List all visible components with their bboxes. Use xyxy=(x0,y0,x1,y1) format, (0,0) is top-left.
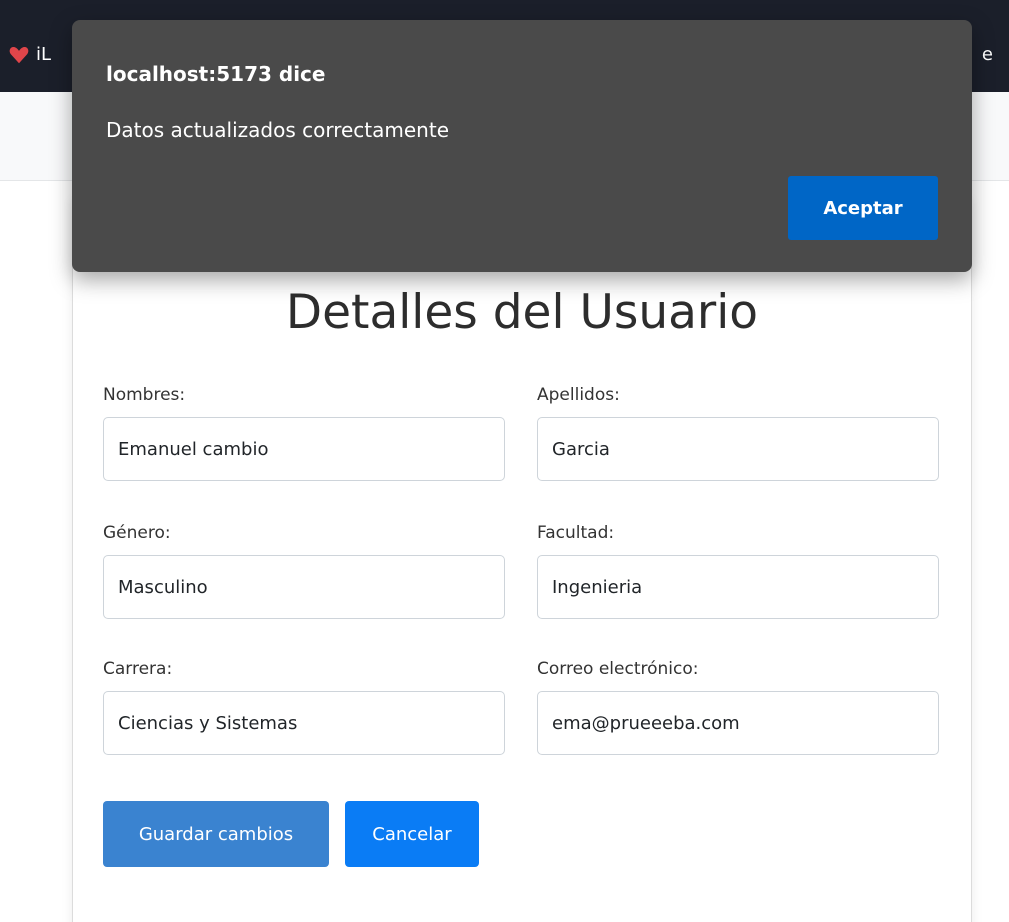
brand-text[interactable]: iL xyxy=(36,44,51,66)
accept-button[interactable]: Aceptar xyxy=(788,176,938,240)
page: iL e Detalles del Usuario Nombres: Apell… xyxy=(0,0,1009,922)
carrera-input[interactable] xyxy=(103,691,505,755)
apellidos-label: Apellidos: xyxy=(537,385,620,405)
save-button[interactable]: Guardar cambios xyxy=(103,801,329,867)
facultad-label: Facultad: xyxy=(537,523,615,543)
carrera-label: Carrera: xyxy=(103,659,173,679)
facultad-input[interactable] xyxy=(537,555,939,619)
nombres-label: Nombres: xyxy=(103,385,186,405)
dialog-message: Datos actualizados correctamente xyxy=(106,118,450,142)
page-title: Detalles del Usuario xyxy=(285,285,759,340)
alert-dialog: localhost:5173 dice Datos actualizados c… xyxy=(72,20,972,272)
navbar-right-text[interactable]: e xyxy=(982,44,993,66)
correo-input[interactable] xyxy=(537,691,939,755)
nombres-input[interactable] xyxy=(103,417,505,481)
dialog-title: localhost:5173 dice xyxy=(106,62,326,86)
heart-icon[interactable] xyxy=(8,44,30,66)
genero-label: Género: xyxy=(103,523,171,543)
genero-input[interactable] xyxy=(103,555,505,619)
user-details-card: Detalles del Usuario Nombres: Apellidos:… xyxy=(72,200,972,922)
cancel-button[interactable]: Cancelar xyxy=(345,801,479,867)
apellidos-input[interactable] xyxy=(537,417,939,481)
correo-label: Correo electrónico: xyxy=(537,659,699,679)
